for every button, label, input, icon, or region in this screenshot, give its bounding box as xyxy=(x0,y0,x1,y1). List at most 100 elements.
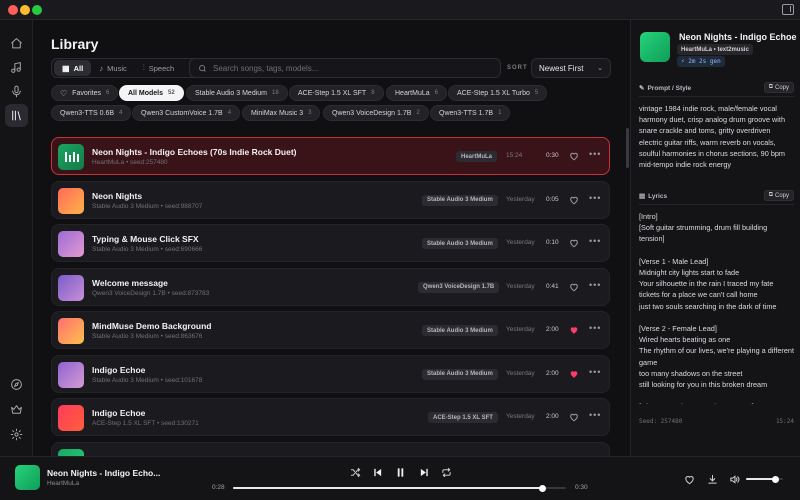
track-row[interactable]: Typing & Mouse Click SFX Stable Audio 3 M… xyxy=(51,224,610,262)
search-box xyxy=(189,58,501,78)
track-time: Yesterday xyxy=(506,326,535,333)
chip-all-models[interactable]: All Models 52 xyxy=(119,85,184,101)
more-options-icon[interactable]: ••• xyxy=(589,280,601,290)
sort-select[interactable]: Newest First ⌄ xyxy=(531,58,611,78)
chip-qwen3-customvoice[interactable]: Qwen3 CustomVoice 1.7B 4 xyxy=(132,105,241,121)
chip-ace-step-xl-sft[interactable]: ACE-Step 1.5 XL SFT 8 xyxy=(289,85,384,101)
previous-button[interactable] xyxy=(370,465,384,479)
track-row[interactable]: Neon Nights Stable Audio 3 Medium • seed:… xyxy=(51,180,610,219)
copy-icon: ⧉ xyxy=(768,84,773,90)
track-duration: 2:00 xyxy=(546,369,559,377)
track-row[interactable]: Welcome message Qwen3 VoiceDesign 1.7B • … xyxy=(51,267,610,306)
now-playing-subtitle: HeartMuLa xyxy=(47,480,80,487)
repeat-button[interactable] xyxy=(439,465,453,479)
track-time: Yesterday xyxy=(506,195,535,203)
copy-prompt-button[interactable]: ⧉ Copy xyxy=(763,82,794,93)
chip-count: 3 xyxy=(308,110,312,116)
favorite-toggle[interactable] xyxy=(569,238,579,248)
progress-knob[interactable] xyxy=(539,484,547,492)
nav-home-button[interactable] xyxy=(5,32,28,55)
more-options-icon[interactable]: ••• xyxy=(589,193,601,203)
lyrics-line xyxy=(639,245,794,256)
chip-label: HeartMuLa xyxy=(395,89,430,97)
lyrics-line: [Soft guitar strumming, drum fill buildi… xyxy=(639,223,768,244)
lyrics-line: just two souls searching in the dark of … xyxy=(639,301,777,311)
track-artwork xyxy=(58,405,84,431)
track-time: Yesterday xyxy=(506,369,535,377)
favorite-toggle[interactable] xyxy=(569,282,579,292)
more-options-icon[interactable]: ••• xyxy=(589,367,601,377)
more-options-icon[interactable]: ••• xyxy=(589,236,601,246)
progress-slider[interactable] xyxy=(233,484,566,492)
lyrics-line: [Verse 1 - Male Lead] xyxy=(639,256,709,266)
track-title: Neon Nights - Indigo Echoes (70s Indie R… xyxy=(92,147,297,157)
favorite-toggle[interactable] xyxy=(569,412,579,422)
search-input[interactable] xyxy=(213,63,483,73)
volume-slider[interactable] xyxy=(746,475,783,483)
chip-qwen3-voicedesign[interactable]: Qwen3 VoiceDesign 1.7B 2 xyxy=(323,105,429,121)
chip-qwen3-tts-17b[interactable]: Qwen3-TTS 1.7B 1 xyxy=(430,105,511,121)
gear-icon xyxy=(10,428,23,441)
home-icon xyxy=(11,38,22,49)
next-button[interactable] xyxy=(417,465,431,479)
nav-explore-button[interactable] xyxy=(5,373,28,396)
close-window-button[interactable] xyxy=(8,5,18,15)
volume-knob[interactable] xyxy=(772,475,780,483)
nav-speech-button[interactable] xyxy=(5,80,28,103)
search-icon xyxy=(199,64,206,72)
filter-music-label: Music xyxy=(107,63,127,73)
chip-ace-step-xl-turbo[interactable]: ACE-Step 1.5 XL Turbo 5 xyxy=(448,85,548,101)
prompt-text: vintage 1984 indie rock, male/female voc… xyxy=(639,96,794,186)
nav-premium-button[interactable] xyxy=(5,398,28,421)
track-duration: 2:00 xyxy=(546,326,559,333)
shuffle-button[interactable] xyxy=(348,465,362,479)
filter-all-button[interactable]: ▦ All xyxy=(54,60,92,76)
download-button[interactable] xyxy=(706,473,718,485)
favorite-toggle[interactable] xyxy=(569,195,579,205)
minimize-window-button[interactable] xyxy=(20,5,30,15)
detail-title: Neon Nights - Indigo Echoes xyxy=(679,32,797,42)
chip-minimax-music-3[interactable]: MiniMax Music 3 3 xyxy=(242,105,321,121)
track-row[interactable] xyxy=(51,441,610,456)
more-options-icon[interactable]: ••• xyxy=(589,410,601,420)
lyrics-line: [Intro] xyxy=(639,212,658,221)
filter-music-button[interactable]: ♪ Music xyxy=(91,60,135,76)
favorite-toggle[interactable] xyxy=(569,369,579,379)
repeat-icon xyxy=(441,467,451,477)
track-row[interactable]: Indigo Echoe Stable Audio 3 Medium • seed… xyxy=(51,354,610,393)
track-time: 15:24 xyxy=(506,152,523,159)
chip-count: 1 xyxy=(498,110,502,116)
chip-count: 6 xyxy=(434,90,438,96)
pause-button[interactable] xyxy=(393,465,407,479)
favorite-toggle[interactable] xyxy=(569,325,579,335)
nav-library-button[interactable] xyxy=(5,104,28,127)
chip-favorites[interactable]: ♡ Favorites 6 xyxy=(51,85,119,101)
volume-button[interactable] xyxy=(728,473,740,485)
copy-lyrics-button[interactable]: ⧉ Copy xyxy=(763,190,794,201)
more-options-icon[interactable]: ••• xyxy=(589,149,601,159)
chip-qwen3-tts-06b[interactable]: Qwen3-TTS 0.6B 4 xyxy=(51,105,132,121)
chip-heartmula[interactable]: HeartMuLa 6 xyxy=(386,85,447,101)
track-row[interactable]: Indigo Echoe ACE-Step 1.5 XL SFT • seed:1… xyxy=(51,398,610,436)
now-playing-title: Neon Nights - Indigo Echo... xyxy=(47,468,161,478)
zoom-window-button[interactable] xyxy=(32,5,42,15)
filter-speech-button[interactable]: ⫶ Speech xyxy=(135,60,182,76)
track-subtitle: Stable Audio 3 Medium • seed:863676 xyxy=(92,333,203,340)
more-options-icon[interactable]: ••• xyxy=(589,323,601,333)
list-scrollbar[interactable] xyxy=(626,128,629,168)
lyrics-section-heading: ▤ Lyrics xyxy=(639,192,667,201)
track-title: Welcome message xyxy=(92,277,168,288)
compass-icon xyxy=(11,379,22,390)
nav-settings-button[interactable] xyxy=(5,423,28,446)
detail-panel: Neon Nights - Indigo Echoes HeartMuLa • … xyxy=(630,20,800,456)
chip-stable-audio-3-medium[interactable]: Stable Audio 3 Medium 18 xyxy=(186,85,288,101)
sidebar-toggle-icon[interactable] xyxy=(782,4,794,15)
track-subtitle: Stable Audio 3 Medium • seed:988707 xyxy=(92,202,203,210)
favorite-button[interactable] xyxy=(683,473,695,485)
grid-icon: ▦ xyxy=(62,63,70,73)
nav-music-button[interactable] xyxy=(5,56,28,79)
favorite-toggle[interactable] xyxy=(569,151,579,161)
track-row[interactable]: MindMuse Demo Background Stable Audio 3 M… xyxy=(51,311,610,349)
generation-time-badge: ⚡ 2m 2s gen xyxy=(677,56,725,67)
track-row[interactable]: Neon Nights - Indigo Echoes (70s Indie R… xyxy=(51,137,610,175)
